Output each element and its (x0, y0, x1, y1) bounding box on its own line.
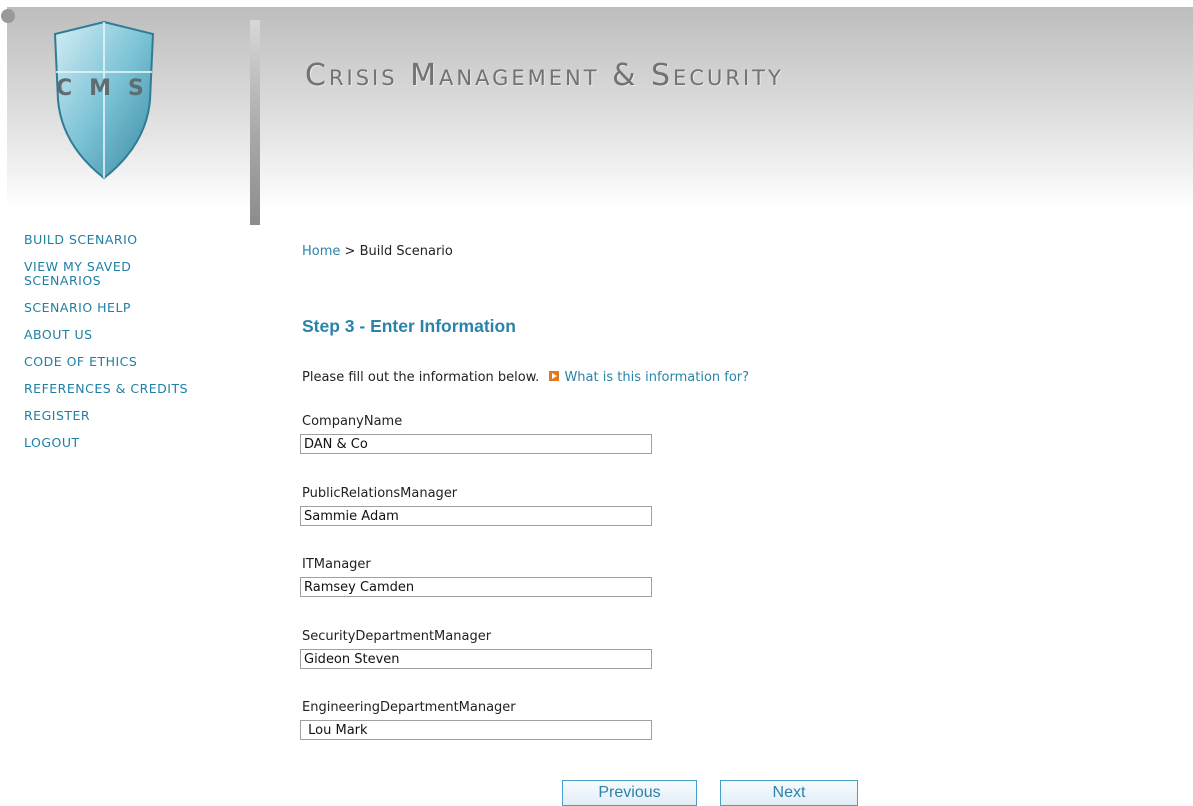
info-help-link[interactable]: What is this information for? (564, 370, 749, 385)
arrow-right-icon (549, 371, 560, 381)
breadcrumb-separator: > (344, 244, 356, 259)
corner-icon (1, 9, 15, 23)
security-manager-label: SecurityDepartmentManager (302, 629, 492, 644)
sidebar-item-register[interactable]: REGISTER (24, 409, 234, 423)
previous-button[interactable]: Previous (562, 780, 697, 806)
sidebar-item-references-credits[interactable]: REFERENCES & CREDITS (24, 382, 234, 396)
sidebar-item-code-of-ethics[interactable]: CODE OF ETHICS (24, 355, 234, 369)
security-manager-input[interactable] (300, 649, 652, 669)
logo-text: CMS (56, 76, 161, 101)
company-name-input[interactable] (300, 434, 652, 454)
breadcrumb: Home > Build Scenario (302, 244, 453, 259)
intro-text: Please fill out the information below. (302, 370, 540, 385)
next-button[interactable]: Next (720, 780, 858, 806)
it-manager-input[interactable] (300, 577, 652, 597)
site-header (1, 7, 1193, 210)
sidebar-nav: BUILD SCENARIO VIEW MY SAVED SCENARIOS S… (24, 233, 234, 463)
intro-line: Please fill out the information below. W… (302, 370, 749, 385)
breadcrumb-home-link[interactable]: Home (302, 244, 340, 259)
site-title: Crisis Management & Security (305, 58, 784, 93)
engineering-manager-input[interactable] (300, 720, 652, 740)
company-name-label: CompanyName (302, 414, 403, 429)
engineering-manager-label: EngineeringDepartmentManager (302, 700, 516, 715)
breadcrumb-current: Build Scenario (359, 244, 453, 259)
sidebar-item-view-saved-scenarios[interactable]: VIEW MY SAVED SCENARIOS (24, 260, 159, 288)
sidebar-item-logout[interactable]: LOGOUT (24, 436, 234, 450)
pr-manager-label: PublicRelationsManager (302, 486, 458, 501)
header-divider (250, 20, 260, 225)
pr-manager-input[interactable] (300, 506, 652, 526)
page-title: Step 3 - Enter Information (302, 316, 516, 336)
it-manager-label: ITManager (302, 557, 371, 572)
sidebar-item-build-scenario[interactable]: BUILD SCENARIO (24, 233, 234, 247)
sidebar-item-scenario-help[interactable]: SCENARIO HELP (24, 301, 234, 315)
sidebar-item-about-us[interactable]: ABOUT US (24, 328, 234, 342)
